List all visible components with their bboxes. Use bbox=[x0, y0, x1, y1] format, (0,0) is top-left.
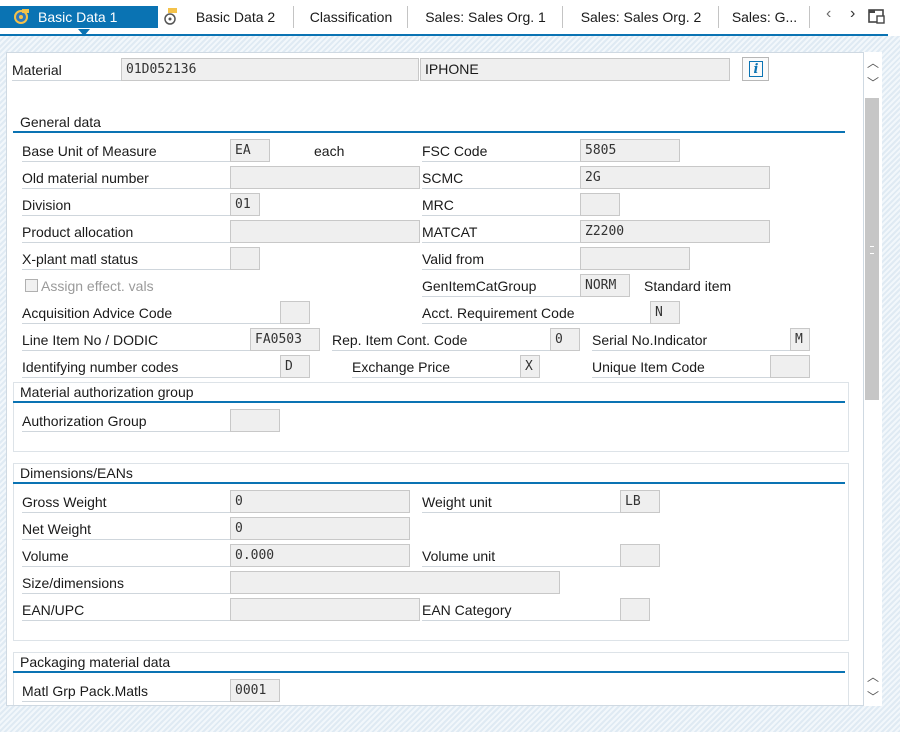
ean-upc-field[interactable] bbox=[230, 598, 420, 621]
gear-status-icon bbox=[14, 9, 29, 24]
general-data-title: General data bbox=[20, 114, 101, 130]
tab-list-icon[interactable] bbox=[868, 7, 886, 25]
authorization-group-field[interactable] bbox=[230, 409, 280, 432]
packaging-material-data-title: Packaging material data bbox=[20, 654, 171, 670]
tab-classification[interactable]: Classification bbox=[295, 6, 408, 28]
division-field[interactable]: 01 bbox=[230, 193, 260, 216]
xplant-status-field[interactable] bbox=[230, 247, 260, 270]
product-allocation-label: Product allocation bbox=[22, 221, 230, 243]
dimensions-divider bbox=[13, 482, 845, 484]
scrollbar-grip-icon bbox=[870, 246, 874, 254]
scmc-label: SCMC bbox=[422, 167, 580, 189]
authorization-group-label: Authorization Group bbox=[22, 410, 230, 432]
ean-upc-label: EAN/UPC bbox=[22, 599, 230, 621]
tab-basic-data-2[interactable]: Basic Data 2 bbox=[180, 6, 294, 28]
tab-label: Basic Data 2 bbox=[195, 9, 276, 25]
valid-from-field[interactable] bbox=[580, 247, 690, 270]
matl-grp-pack-field[interactable]: 0001 bbox=[230, 679, 280, 702]
volume-label: Volume bbox=[22, 545, 230, 567]
matcat-label: MATCAT bbox=[422, 221, 580, 243]
matcat-field[interactable]: Z2200 bbox=[580, 220, 770, 243]
division-label: Division bbox=[22, 194, 230, 216]
rep-item-cont-code-label: Rep. Item Cont. Code bbox=[332, 329, 550, 351]
net-weight-field[interactable]: 0 bbox=[230, 517, 410, 540]
gross-weight-field[interactable]: 0 bbox=[230, 490, 410, 513]
tab-scroll-left-icon[interactable]: ‹ bbox=[826, 5, 831, 23]
unique-item-code-field[interactable] bbox=[770, 355, 810, 378]
tab-strip: Basic Data 1 Basic Data 2 Classification… bbox=[0, 0, 900, 36]
scmc-field[interactable]: 2G bbox=[580, 166, 770, 189]
acquisition-advice-code-field[interactable] bbox=[280, 301, 310, 324]
authorization-divider bbox=[13, 401, 845, 403]
scroll-down-icon[interactable]: ﹀ bbox=[867, 74, 879, 91]
base-uom-field[interactable]: EA bbox=[230, 139, 270, 162]
volume-unit-label: Volume unit bbox=[422, 545, 620, 567]
tab-label: Basic Data 1 bbox=[38, 9, 118, 25]
basic-data-panel: Material 01D052136 IPHONE i General data… bbox=[6, 52, 864, 706]
size-dimensions-field[interactable] bbox=[230, 571, 560, 594]
identifying-number-codes-field[interactable]: D bbox=[280, 355, 310, 378]
ean-category-field[interactable] bbox=[620, 598, 650, 621]
tab-sales-general[interactable]: Sales: G... bbox=[720, 6, 810, 28]
assign-effect-vals-checkbox[interactable] bbox=[25, 279, 38, 292]
exchange-price-label: Exchange Price bbox=[352, 356, 520, 378]
volume-unit-field[interactable] bbox=[620, 544, 660, 567]
xplant-status-label: X-plant matl status bbox=[22, 248, 230, 270]
general-data-divider bbox=[13, 131, 845, 133]
gen-item-cat-group-text: Standard item bbox=[644, 278, 732, 294]
gross-weight-label: Gross Weight bbox=[22, 491, 230, 513]
fsc-code-label: FSC Code bbox=[422, 140, 580, 162]
packaging-divider bbox=[13, 671, 845, 673]
ean-category-label: EAN Category bbox=[422, 599, 620, 621]
exchange-price-field[interactable]: X bbox=[520, 355, 540, 378]
acquisition-advice-code-label: Acquisition Advice Code bbox=[22, 302, 280, 324]
scroll-page-down-icon[interactable]: ﹀ bbox=[867, 688, 879, 705]
product-allocation-field[interactable] bbox=[230, 220, 420, 243]
net-weight-label: Net Weight bbox=[22, 518, 230, 540]
scroll-page-up-icon[interactable]: ︿ bbox=[867, 668, 879, 685]
volume-field[interactable]: 0.000 bbox=[230, 544, 410, 567]
weight-unit-field[interactable]: LB bbox=[620, 490, 660, 513]
weight-unit-label: Weight unit bbox=[422, 491, 620, 513]
serial-no-indicator-label: Serial No.Indicator bbox=[592, 329, 790, 351]
scroll-up-icon[interactable]: ︿ bbox=[867, 54, 879, 71]
old-material-number-label: Old material number bbox=[22, 167, 230, 189]
info-button[interactable]: i bbox=[742, 57, 769, 81]
info-icon: i bbox=[749, 61, 763, 77]
serial-no-indicator-field[interactable]: M bbox=[790, 328, 810, 351]
tab-scroll-right-icon[interactable]: › bbox=[850, 5, 855, 23]
material-label: Material bbox=[12, 59, 122, 81]
edit-status-icon bbox=[164, 8, 177, 25]
line-item-dodic-label: Line Item No / DODIC bbox=[22, 329, 250, 351]
tab-label: Sales: Sales Org. 1 bbox=[425, 9, 546, 25]
fsc-code-field[interactable]: 5805 bbox=[580, 139, 680, 162]
acct-requirement-code-field[interactable]: N bbox=[650, 301, 680, 324]
line-item-dodic-field[interactable]: FA0503 bbox=[250, 328, 320, 351]
tab-label: Sales: G... bbox=[731, 9, 798, 25]
valid-from-label: Valid from bbox=[422, 248, 580, 270]
identifying-number-codes-label: Identifying number codes bbox=[22, 356, 280, 378]
acct-requirement-code-label: Acct. Requirement Code bbox=[422, 302, 650, 324]
mrc-field[interactable] bbox=[580, 193, 620, 216]
unique-item-code-label: Unique Item Code bbox=[592, 356, 770, 378]
tab-sales-org-2[interactable]: Sales: Sales Org. 2 bbox=[564, 6, 719, 28]
material-authorization-group-title: Material authorization group bbox=[20, 384, 194, 400]
matl-grp-pack-label: Matl Grp Pack.Matls bbox=[22, 680, 230, 702]
gen-item-cat-group-field[interactable]: NORM bbox=[580, 274, 630, 297]
size-dimensions-label: Size/dimensions bbox=[22, 572, 230, 594]
base-uom-text: each bbox=[314, 143, 345, 159]
base-uom-label: Base Unit of Measure bbox=[22, 140, 230, 162]
old-material-number-field[interactable] bbox=[230, 166, 420, 189]
assign-effect-vals-label: Assign effect. vals bbox=[41, 278, 154, 294]
rep-item-cont-code-field[interactable]: 0 bbox=[550, 328, 580, 351]
gen-item-cat-group-label: GenItemCatGroup bbox=[422, 275, 580, 297]
material-number-field[interactable]: 01D052136 bbox=[121, 58, 419, 81]
tab-label: Classification bbox=[309, 9, 393, 25]
tab-label: Sales: Sales Org. 2 bbox=[580, 9, 702, 25]
material-description-field[interactable]: IPHONE bbox=[420, 58, 730, 81]
tab-sales-org-1[interactable]: Sales: Sales Org. 1 bbox=[409, 6, 563, 28]
tab-strip-underline bbox=[0, 34, 888, 36]
mrc-label: MRC bbox=[422, 194, 580, 216]
dimensions-eans-title: Dimensions/EANs bbox=[20, 465, 133, 481]
